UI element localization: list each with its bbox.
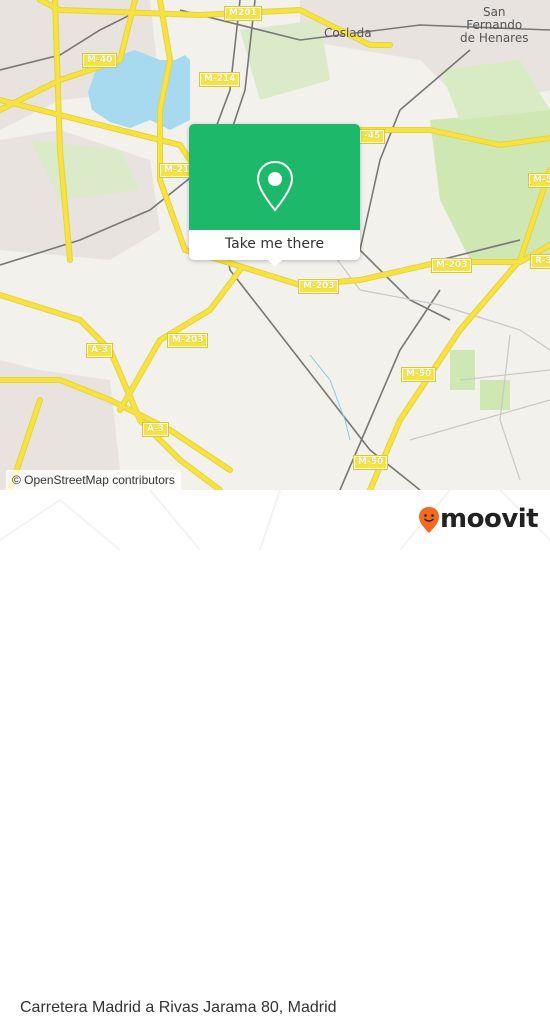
road-label-m40: M-40	[81, 53, 118, 68]
road-label-a3-lower: A-3	[142, 422, 169, 437]
map-pin-icon	[256, 160, 294, 212]
place-label-coslada: Coslada	[324, 26, 372, 40]
road-label-m50-upper: M-50	[400, 367, 437, 382]
road-label-m5: M-5	[528, 173, 550, 188]
road-label-m203-right: M-203	[430, 258, 473, 273]
road-label-m203-center: M-203	[297, 279, 340, 294]
road-label-m214: M-214	[198, 72, 241, 87]
take-me-there-button[interactable]: Take me there	[189, 230, 360, 260]
road-label-r3: R-3	[530, 254, 550, 269]
road-label-m201: M201	[224, 6, 262, 21]
park-m50	[450, 350, 475, 390]
map-attribution: © OpenStreetMap contributors	[6, 470, 181, 490]
moovit-smiley-pin-icon	[419, 507, 439, 533]
park-center	[240, 20, 330, 100]
road-label-m203-left: M-203	[166, 333, 209, 348]
place-label-san-fernando: San Fernando de Henares	[460, 5, 529, 45]
moovit-wordmark: moovit	[440, 504, 539, 534]
destination-popup: Take me there	[189, 124, 360, 267]
address-text: Carretera Madrid a Rivas Jarama 80, Madr…	[20, 999, 337, 1016]
road-label-m50-lower: M-50	[352, 455, 389, 470]
road-label-a3-upper: A-3	[86, 343, 113, 358]
park-m50b	[480, 380, 510, 410]
road-label-m45: -45	[358, 129, 386, 144]
popup-pointer	[266, 258, 284, 267]
popup-header	[189, 124, 360, 230]
